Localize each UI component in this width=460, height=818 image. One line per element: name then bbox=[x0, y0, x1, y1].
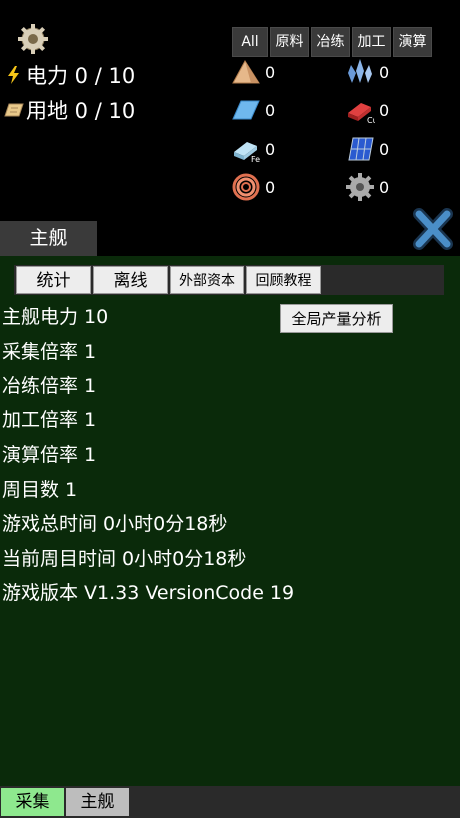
svg-text:Fe: Fe bbox=[251, 155, 260, 164]
resource-count: 0 bbox=[265, 139, 276, 159]
tutorial-button[interactable]: 回顾教程 bbox=[246, 266, 321, 294]
filter-tab-process[interactable]: 加工 bbox=[352, 27, 391, 57]
resource-filter-tabs: All 原料 冶练 加工 演算 bbox=[232, 27, 432, 57]
ore-pile-icon bbox=[232, 60, 260, 84]
resource-copper[interactable]: Cu 0 bbox=[345, 95, 389, 125]
resource-iron[interactable]: Fe 0 bbox=[231, 134, 275, 164]
resource-crystal[interactable]: 0 bbox=[345, 57, 389, 87]
glass-plate-icon bbox=[232, 100, 260, 120]
iron-ingot-icon: Fe bbox=[234, 142, 260, 164]
info-smelt-rate: 冶练倍率 1 bbox=[2, 375, 97, 397]
copper-ingot-icon: Cu bbox=[348, 103, 375, 125]
resource-count: 0 bbox=[379, 100, 390, 120]
resource-count: 0 bbox=[379, 177, 390, 197]
copper-coil-icon bbox=[232, 173, 260, 201]
power-label: 电力 0 / 10 bbox=[26, 64, 136, 88]
gear-part-icon bbox=[346, 173, 374, 201]
resource-count: 0 bbox=[379, 62, 390, 82]
map-icon bbox=[4, 103, 24, 117]
info-process-rate: 加工倍率 1 bbox=[2, 409, 97, 431]
main-ship-panel: 统计 离线 外部资本 回顾教程 主舰电力 10 全局产量分析 采集倍率 1 冶练… bbox=[0, 256, 460, 786]
stats-button[interactable]: 统计 bbox=[16, 266, 91, 294]
external-capital-button[interactable]: 外部资本 bbox=[170, 266, 244, 294]
crystal-icon bbox=[348, 59, 372, 83]
resource-coil[interactable]: 0 bbox=[231, 172, 275, 202]
info-cycles: 周目数 1 bbox=[2, 479, 78, 501]
filter-tab-compute[interactable]: 演算 bbox=[393, 27, 432, 57]
info-power: 主舰电力 10 bbox=[2, 306, 109, 328]
info-collect-rate: 采集倍率 1 bbox=[2, 341, 97, 363]
resource-count: 0 bbox=[265, 62, 276, 82]
resource-solar[interactable]: 0 bbox=[345, 134, 389, 164]
solar-panel-icon bbox=[348, 137, 374, 161]
offline-button[interactable]: 离线 bbox=[93, 266, 168, 294]
resource-count: 0 bbox=[379, 139, 390, 159]
land-stat: 用地 0 / 10 bbox=[4, 95, 135, 125]
analysis-button[interactable]: 全局产量分析 bbox=[280, 304, 393, 333]
info-total-time: 游戏总时间 0小时0分18秒 bbox=[2, 513, 228, 535]
resource-count: 0 bbox=[265, 100, 276, 120]
resource-glass[interactable]: 0 bbox=[231, 95, 275, 125]
land-label: 用地 0 / 10 bbox=[26, 99, 136, 123]
resource-gear[interactable]: 0 bbox=[345, 172, 389, 202]
filter-tab-raw[interactable]: 原料 bbox=[270, 27, 309, 57]
tab-ship[interactable]: 主舰 bbox=[66, 788, 129, 816]
svg-text:Cu: Cu bbox=[367, 116, 375, 125]
lightning-icon bbox=[8, 66, 19, 84]
gear-icon[interactable] bbox=[17, 23, 49, 55]
resource-count: 0 bbox=[265, 177, 276, 197]
bottom-tab-bar: 采集 主舰 bbox=[0, 786, 460, 818]
filter-tab-smelt[interactable]: 冶练 bbox=[311, 27, 350, 57]
filter-tab-all[interactable]: All bbox=[232, 27, 268, 57]
info-version: 游戏版本 V1.33 VersionCode 19 bbox=[2, 582, 295, 604]
tab-collect[interactable]: 采集 bbox=[1, 788, 64, 816]
close-icon[interactable] bbox=[413, 208, 453, 250]
resource-ore[interactable]: 0 bbox=[231, 57, 275, 87]
tab-main-ship[interactable]: 主舰 bbox=[0, 221, 97, 256]
power-stat: 电力 0 / 10 bbox=[4, 60, 135, 90]
info-current-time: 当前周目时间 0小时0分18秒 bbox=[2, 548, 247, 570]
info-compute-rate: 演算倍率 1 bbox=[2, 444, 97, 466]
